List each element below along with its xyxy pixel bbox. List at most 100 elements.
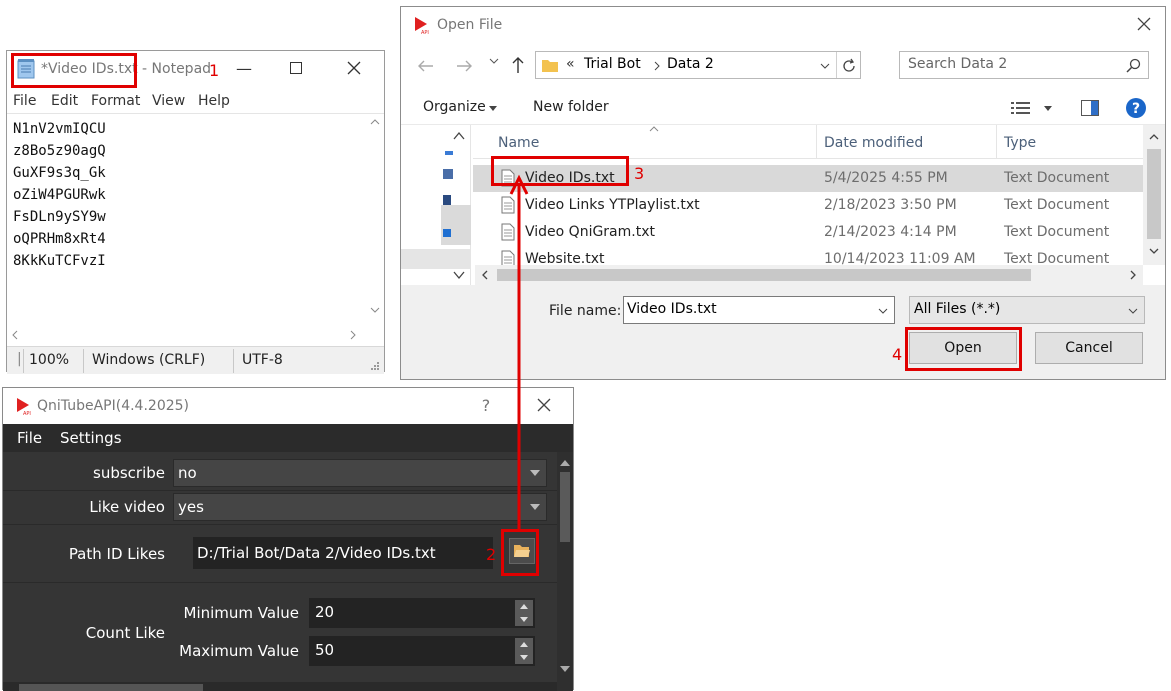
menu-help[interactable]: Help [198,93,230,109]
chevron-down-icon[interactable] [453,270,465,280]
view-options-icon[interactable] [1011,101,1031,115]
maximum-value-spinbox[interactable]: 50 [309,636,535,666]
chevron-right-icon[interactable] [349,330,357,340]
column-date-modified[interactable]: Date modified [824,135,923,151]
step-number-4: 4 [892,345,903,364]
horizontal-scrollbar[interactable] [7,326,384,344]
decrement-button[interactable] [515,613,533,626]
chevron-down-icon[interactable] [820,62,830,70]
cancel-button[interactable]: Cancel [1035,332,1143,364]
search-icon[interactable] [1126,58,1142,74]
nav-item-icon[interactable] [443,229,451,237]
like-video-select[interactable]: yes [173,493,547,521]
settings-vertical-scrollbar[interactable] [557,452,573,691]
step-number-3: 3 [634,164,645,183]
file-type-filter[interactable]: All Files (*.*) [909,296,1145,324]
close-button[interactable] [331,51,377,85]
nav-pane-scrollbar-thumb[interactable] [441,205,471,245]
back-arrow-icon[interactable] [417,59,435,73]
chevron-up-icon[interactable] [453,131,465,141]
nav-item-selected[interactable] [401,249,471,269]
dialog-close-button[interactable] [1121,7,1167,41]
highlight-box-4 [905,327,1022,371]
triangle-up-icon[interactable] [560,460,570,466]
search-input[interactable]: Search Data 2 [899,51,1149,79]
triangle-up-icon [520,642,528,647]
svg-text:API: API [421,30,429,34]
breadcrumb-data-2[interactable]: Data 2 [667,56,714,72]
triangle-down-icon[interactable] [560,666,570,672]
help-icon[interactable]: ? [1125,97,1147,119]
maximum-value-label: Maximum Value [179,642,299,660]
file-list-horizontal-scrollbar[interactable] [475,265,1143,285]
chevron-down-icon[interactable] [370,306,380,314]
column-type[interactable]: Type [1004,135,1036,151]
forward-arrow-icon[interactable] [455,59,473,73]
notepad-editor[interactable]: N1nV2vmIQCU z8Bo5z90agQ GuXF9s3q_Gk oZiW… [7,113,384,374]
chevron-down-icon[interactable] [878,307,888,315]
preview-pane-icon[interactable] [1081,100,1099,116]
chevron-down-icon[interactable] [1149,247,1159,255]
file-name-input[interactable]: Video IDs.txt [623,296,895,324]
file-row-video-links[interactable]: Video Links YTPlaylist.txt 2/18/2023 3:5… [473,192,1143,219]
status-zoom: 100% [29,352,70,368]
menu-file[interactable]: File [17,429,42,447]
address-bar[interactable]: « Trial Bot Data 2 [535,51,861,79]
text-line: oZiW4PGURwk [13,187,106,203]
chevron-down-icon[interactable] [1128,307,1138,315]
scrollbar-thumb[interactable] [560,472,570,542]
close-icon [537,398,551,412]
chevron-left-icon[interactable] [11,330,19,340]
chevron-right-icon [654,61,660,71]
chevron-up-icon[interactable] [1149,133,1159,141]
maximize-button[interactable] [273,51,319,85]
minimize-button[interactable]: — [221,51,267,85]
view-dropdown-icon[interactable] [1044,106,1052,112]
like-video-value: yes [178,498,204,516]
triangle-up-icon [520,604,528,609]
chevron-left-icon[interactable] [481,270,489,280]
organize-button[interactable]: Organize [423,99,486,115]
scrollbar-thumb[interactable] [1147,149,1161,239]
nav-item-icon[interactable] [443,169,453,179]
recent-dropdown-icon[interactable] [489,57,499,65]
menu-edit[interactable]: Edit [51,93,78,109]
breadcrumb-trial-bot[interactable]: Trial Bot [584,56,641,72]
qnitube-menubar: File Settings [3,424,573,452]
file-row-website[interactable]: Website.txt 10/14/2023 11:09 AM Text Doc… [473,246,1143,265]
organize-dropdown-icon[interactable] [489,106,497,112]
close-icon [347,61,361,75]
path-id-likes-input[interactable]: D:/Trial Bot/Data 2/Video IDs.txt [193,537,493,569]
text-line: N1nV2vmIQCU [13,121,106,137]
menu-file[interactable]: File [13,93,36,109]
increment-button[interactable] [515,600,533,613]
subscribe-select[interactable]: no [173,459,547,487]
context-help-button[interactable]: ? [463,388,509,422]
file-list-vertical-scrollbar[interactable] [1143,125,1165,265]
dialog-title: Open File [437,17,503,33]
menu-settings[interactable]: Settings [60,429,122,447]
menu-view[interactable]: View [152,93,185,109]
vertical-scrollbar[interactable] [366,114,384,326]
column-name[interactable]: Name [498,135,539,151]
file-name: Video QniGram.txt [525,224,655,240]
decrement-button[interactable] [515,651,533,664]
scrollbar-thumb[interactable] [497,269,1031,281]
file-date: 2/14/2023 4:14 PM [824,224,957,240]
status-bar: | 100% Windows (CRLF) UTF-8 [7,346,384,374]
minimum-value-spinbox[interactable]: 20 [309,598,535,628]
menu-format[interactable]: Format [91,93,140,109]
navigation-pane[interactable] [401,125,471,285]
increment-button[interactable] [515,638,533,651]
file-type: Text Document [1004,251,1110,265]
up-arrow-icon[interactable] [511,56,525,74]
resize-grip-icon[interactable] [370,361,380,371]
nav-item-icon[interactable] [445,151,453,155]
step-number-1: 1 [209,61,220,80]
new-folder-button[interactable]: New folder [533,99,609,115]
file-row-video-qnigram[interactable]: Video QniGram.txt 2/14/2023 4:14 PM Text… [473,219,1143,246]
chevron-up-icon[interactable] [370,118,380,126]
chevron-right-icon[interactable] [1129,270,1137,280]
text-content[interactable]: N1nV2vmIQCU z8Bo5z90agQ GuXF9s3q_Gk oZiW… [13,118,106,272]
refresh-icon[interactable] [841,58,857,74]
